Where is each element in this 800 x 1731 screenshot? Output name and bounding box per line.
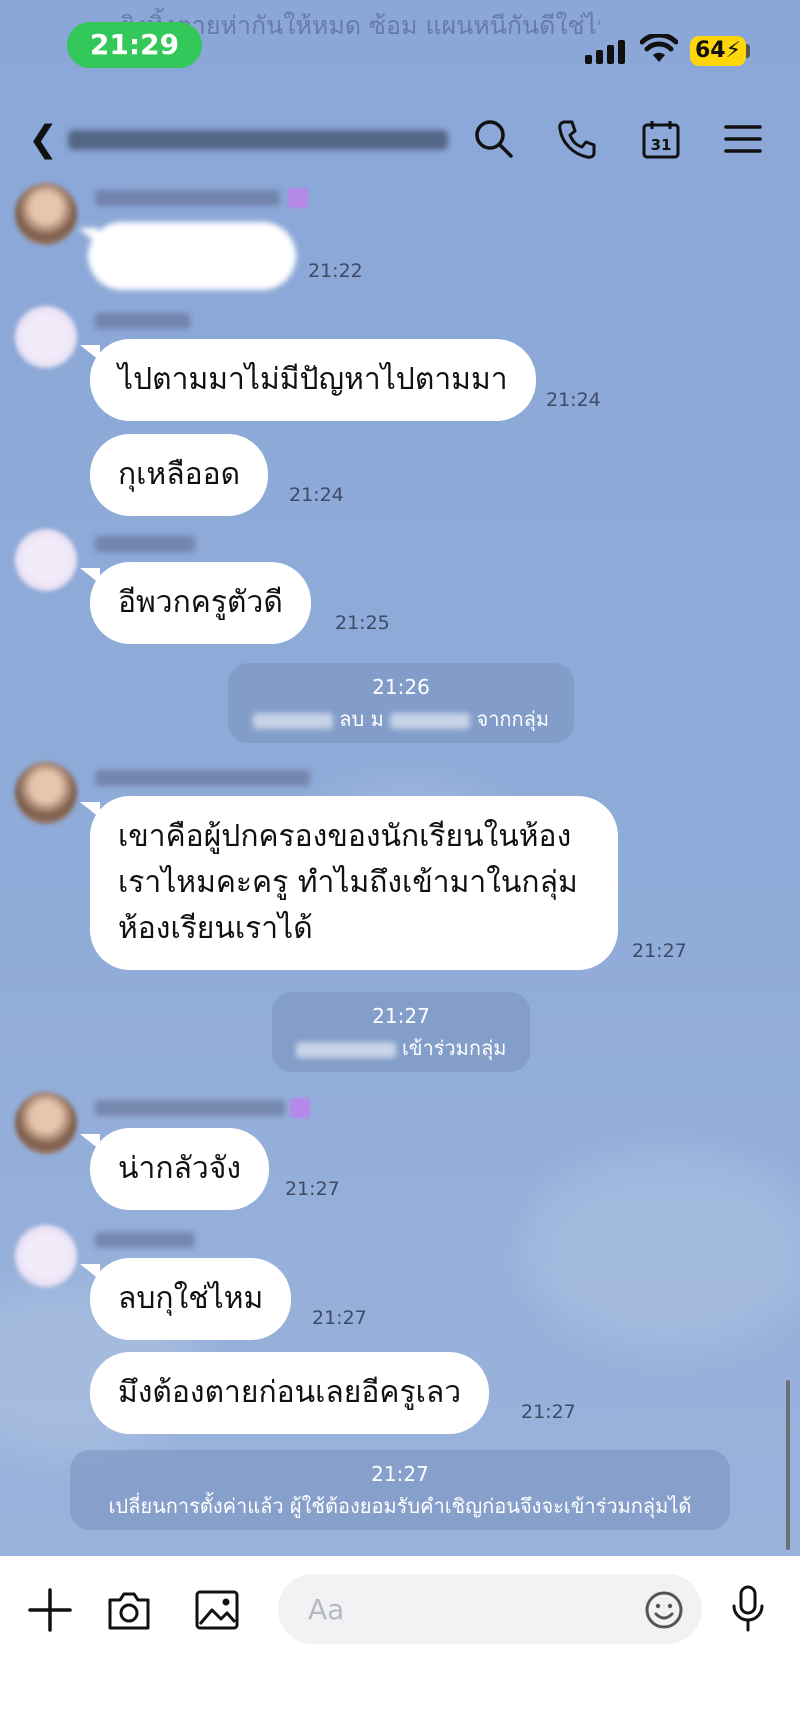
message-bubble[interactable] — [78, 222, 296, 290]
name-badge-icon — [288, 188, 308, 208]
system-text: ลบ ม จากกลุ่ม — [246, 703, 556, 735]
camera-icon[interactable] — [106, 1588, 152, 1632]
avatar[interactable] — [15, 183, 77, 245]
avatar[interactable] — [15, 762, 77, 824]
message-time: 21:22 — [308, 260, 363, 282]
message-input[interactable] — [278, 1574, 702, 1644]
blurred-username — [390, 712, 471, 729]
system-text-b: จากกลุ่ม — [476, 707, 550, 731]
search-icon[interactable] — [473, 118, 515, 160]
cellular-signal-icon — [585, 40, 627, 64]
system-time: 21:27 — [372, 1004, 430, 1028]
plus-icon[interactable] — [28, 1588, 72, 1632]
blurred-username — [252, 712, 333, 729]
sender-name — [95, 770, 310, 786]
message-bubble[interactable]: ไปตามมาไม่มีปัญหาไปตามมา — [80, 339, 536, 421]
message-time: 21:24 — [289, 484, 344, 506]
message-composer — [0, 1556, 800, 1731]
battery-cap — [746, 44, 750, 58]
calendar-day: 31 — [651, 136, 672, 154]
system-message: 21:26 ลบ ม จากกลุ่ม — [228, 663, 574, 743]
message-bubble[interactable]: กุเหลืออด — [90, 434, 269, 516]
battery-indicator: 64⚡ — [690, 36, 746, 66]
avatar[interactable] — [15, 306, 77, 368]
message-time: 21:27 — [632, 940, 687, 962]
wifi-icon — [640, 34, 678, 62]
calendar-icon[interactable]: 31 — [640, 118, 682, 160]
system-text: เปลี่ยนการตั้งค่าแล้ว ผู้ใช้ต้องยอมรับคำ… — [108, 1494, 692, 1518]
message-bubble[interactable]: อีพวกครูตัวดี — [80, 562, 311, 644]
message-bubble[interactable]: ลบกุใช่ไหม — [79, 1258, 292, 1340]
system-text-b: เข้าร่วมกลุ่ม — [401, 1036, 507, 1060]
message-time: 21:25 — [335, 612, 390, 634]
sender-name — [95, 190, 280, 206]
microphone-icon[interactable] — [728, 1584, 768, 1634]
sender-name — [95, 1100, 285, 1116]
message-time: 21:24 — [546, 389, 601, 411]
name-badge-icon — [290, 1098, 310, 1118]
system-text: เข้าร่วมกลุ่ม — [290, 1032, 512, 1064]
blurred-username — [295, 1041, 396, 1058]
status-bar: ยิงทิ้งตายห่ากันให้หมด ซ้อม แผนหนีกันดีใ… — [0, 0, 800, 100]
emoji-icon[interactable] — [644, 1590, 684, 1630]
system-time: 21:26 — [372, 675, 430, 699]
sender-name — [95, 313, 190, 329]
message-bubble[interactable]: น่ากลัวจัง — [80, 1128, 269, 1210]
avatar[interactable] — [15, 1092, 77, 1154]
system-message: 21:27 เข้าร่วมกลุ่ม — [272, 992, 530, 1072]
message-time: 21:27 — [312, 1307, 367, 1329]
message-bubble[interactable]: มึงต้องตายก่อนเลยอีครูเลว — [90, 1352, 490, 1434]
message-time: 21:27 — [285, 1178, 340, 1200]
system-message: 21:27 เปลี่ยนการตั้งค่าแล้ว ผู้ใช้ต้องยอ… — [70, 1450, 730, 1530]
message-time: 21:27 — [521, 1401, 576, 1423]
status-time: 21:29 — [67, 22, 202, 68]
image-icon[interactable] — [194, 1588, 240, 1632]
scrollbar[interactable] — [786, 1380, 790, 1550]
chat-header: ❮ 31 — [0, 100, 800, 180]
sender-name — [95, 536, 195, 552]
avatar[interactable] — [15, 1225, 77, 1287]
system-time: 21:27 — [371, 1462, 429, 1486]
phone-icon[interactable] — [556, 118, 598, 160]
message-bubble[interactable]: เขาคือผู้ปกครองของนักเรียนในห้อง เราไหมค… — [80, 796, 618, 970]
back-icon[interactable]: ❮ — [28, 122, 58, 158]
sender-name — [95, 1232, 195, 1248]
group-name — [68, 130, 448, 150]
menu-icon[interactable] — [724, 118, 762, 160]
avatar[interactable] — [15, 529, 77, 591]
system-text-a: ลบ ม — [339, 707, 384, 731]
